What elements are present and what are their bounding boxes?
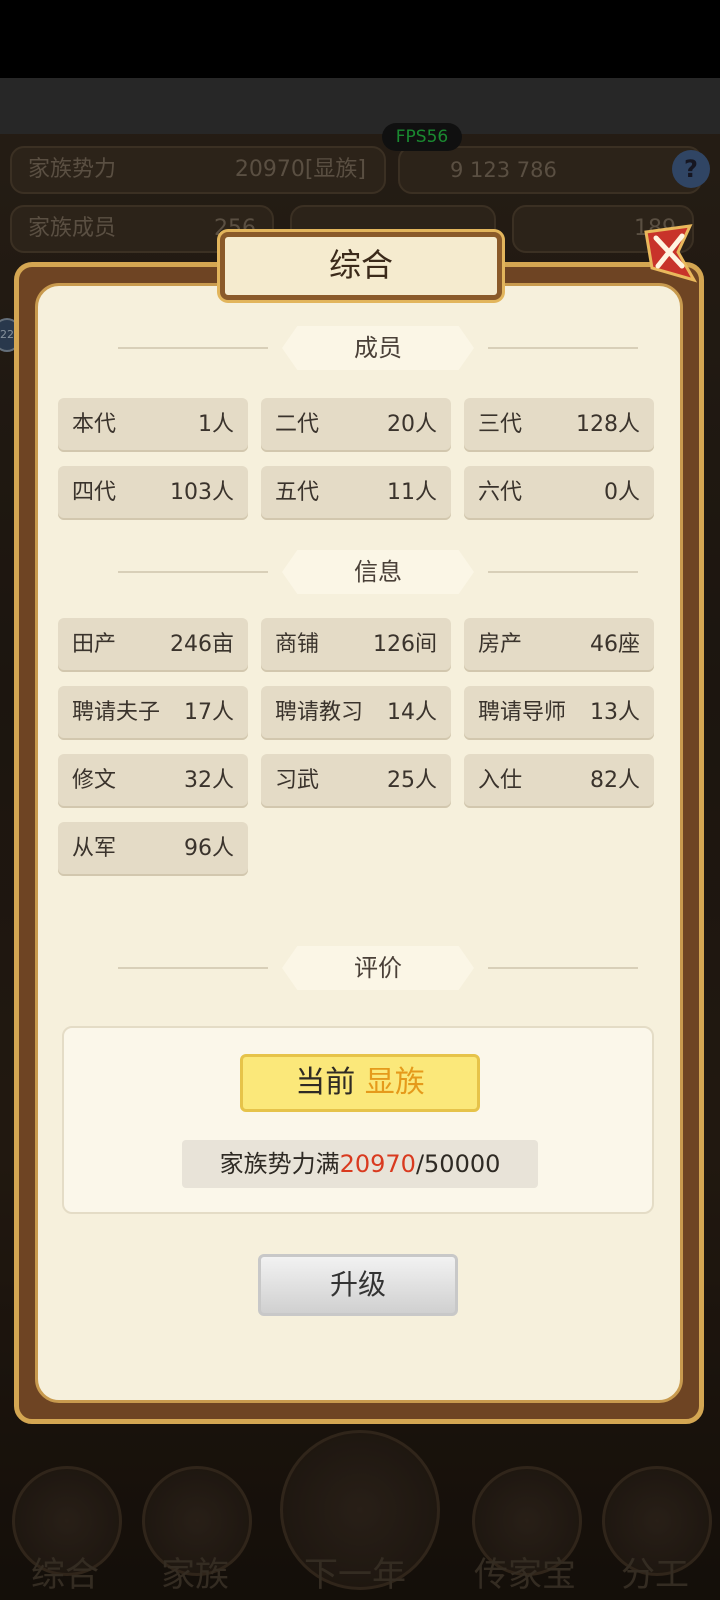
info-value: 96人: [184, 836, 234, 861]
info-value: 126间: [373, 632, 437, 657]
progress-current: 20970: [339, 1150, 416, 1178]
divider-line: [488, 571, 638, 573]
section-info: 信息: [118, 550, 638, 594]
info-label: 商铺: [275, 632, 320, 657]
divider-line: [488, 347, 638, 349]
member-value: 20人: [387, 412, 437, 437]
power-progress: 家族势力满20970/50000: [182, 1140, 538, 1188]
info-label: 入仕: [478, 768, 523, 793]
section-members: 成员: [118, 326, 638, 370]
overview-dialog: 成员 本代 1人 二代 20人 三代 128人 四代 103人 五代 11人 六…: [14, 224, 704, 1424]
info-label: 聘请导师: [478, 700, 567, 725]
info-label: 房产: [478, 632, 523, 657]
divider-line: [118, 571, 268, 573]
section-evaluation: 评价: [118, 946, 638, 990]
progress-max: /50000: [415, 1150, 501, 1178]
section-members-title: 成员: [282, 326, 474, 370]
info-value: 32人: [184, 768, 234, 793]
member-label: 五代: [275, 480, 320, 505]
info-value: 46座: [590, 632, 640, 657]
member-cell: 三代 128人: [464, 398, 654, 452]
info-cell: 聘请夫子 17人: [58, 686, 248, 740]
status-bar: [0, 0, 720, 78]
info-label: 从军: [72, 836, 117, 861]
member-value: 11人: [387, 480, 437, 505]
dialog-panel: 成员 本代 1人 二代 20人 三代 128人 四代 103人 五代 11人 六…: [35, 283, 683, 1403]
progress-prefix: 家族势力满: [219, 1150, 340, 1178]
section-info-title: 信息: [282, 550, 474, 594]
info-cell: 聘请导师 13人: [464, 686, 654, 740]
member-cell: 四代 103人: [58, 466, 248, 520]
member-label: 四代: [72, 480, 117, 505]
close-icon[interactable]: [638, 218, 698, 290]
info-value: 25人: [387, 768, 437, 793]
evaluation-box: 当前 显族 家族势力满20970/50000: [62, 1026, 654, 1214]
member-cell: 六代 0人: [464, 466, 654, 520]
dialog-frame: 成员 本代 1人 二代 20人 三代 128人 四代 103人 五代 11人 六…: [14, 262, 704, 1424]
info-cell: 修文 32人: [58, 754, 248, 808]
member-label: 三代: [478, 412, 523, 437]
info-label: 习武: [275, 768, 320, 793]
info-cell: 习武 25人: [261, 754, 451, 808]
info-cell: 田产 246亩: [58, 618, 248, 672]
current-rank-badge: 当前 显族: [240, 1054, 480, 1112]
info-value: 17人: [184, 700, 234, 725]
member-label: 二代: [275, 412, 320, 437]
current-rank: 显族: [364, 1065, 425, 1100]
member-label: 六代: [478, 480, 523, 505]
info-value: 14人: [387, 700, 437, 725]
info-cell: 聘请教习 14人: [261, 686, 451, 740]
member-value: 1人: [198, 412, 234, 437]
member-value: 0人: [604, 480, 640, 505]
member-cell: 本代 1人: [58, 398, 248, 452]
dialog-title: 综合: [220, 232, 502, 300]
divider-line: [118, 347, 268, 349]
upgrade-button[interactable]: 升级: [258, 1254, 458, 1316]
current-rank-prefix: 当前: [295, 1065, 356, 1100]
member-value: 128人: [576, 412, 640, 437]
info-value: 13人: [590, 700, 640, 725]
member-value: 103人: [170, 480, 234, 505]
info-value: 246亩: [170, 632, 234, 657]
member-cell: 五代 11人: [261, 466, 451, 520]
section-evaluation-title: 评价: [282, 946, 474, 990]
info-cell: 入仕 82人: [464, 754, 654, 808]
info-label: 修文: [72, 768, 117, 793]
info-value: 82人: [590, 768, 640, 793]
info-label: 聘请夫子: [72, 700, 161, 725]
divider-line: [118, 967, 268, 969]
info-cell: 房产 46座: [464, 618, 654, 672]
info-label: 田产: [72, 632, 117, 657]
member-label: 本代: [72, 412, 117, 437]
member-cell: 二代 20人: [261, 398, 451, 452]
info-label: 聘请教习: [275, 700, 364, 725]
divider-line: [488, 967, 638, 969]
info-cell: 从军 96人: [58, 822, 248, 876]
info-cell: 商铺 126间: [261, 618, 451, 672]
